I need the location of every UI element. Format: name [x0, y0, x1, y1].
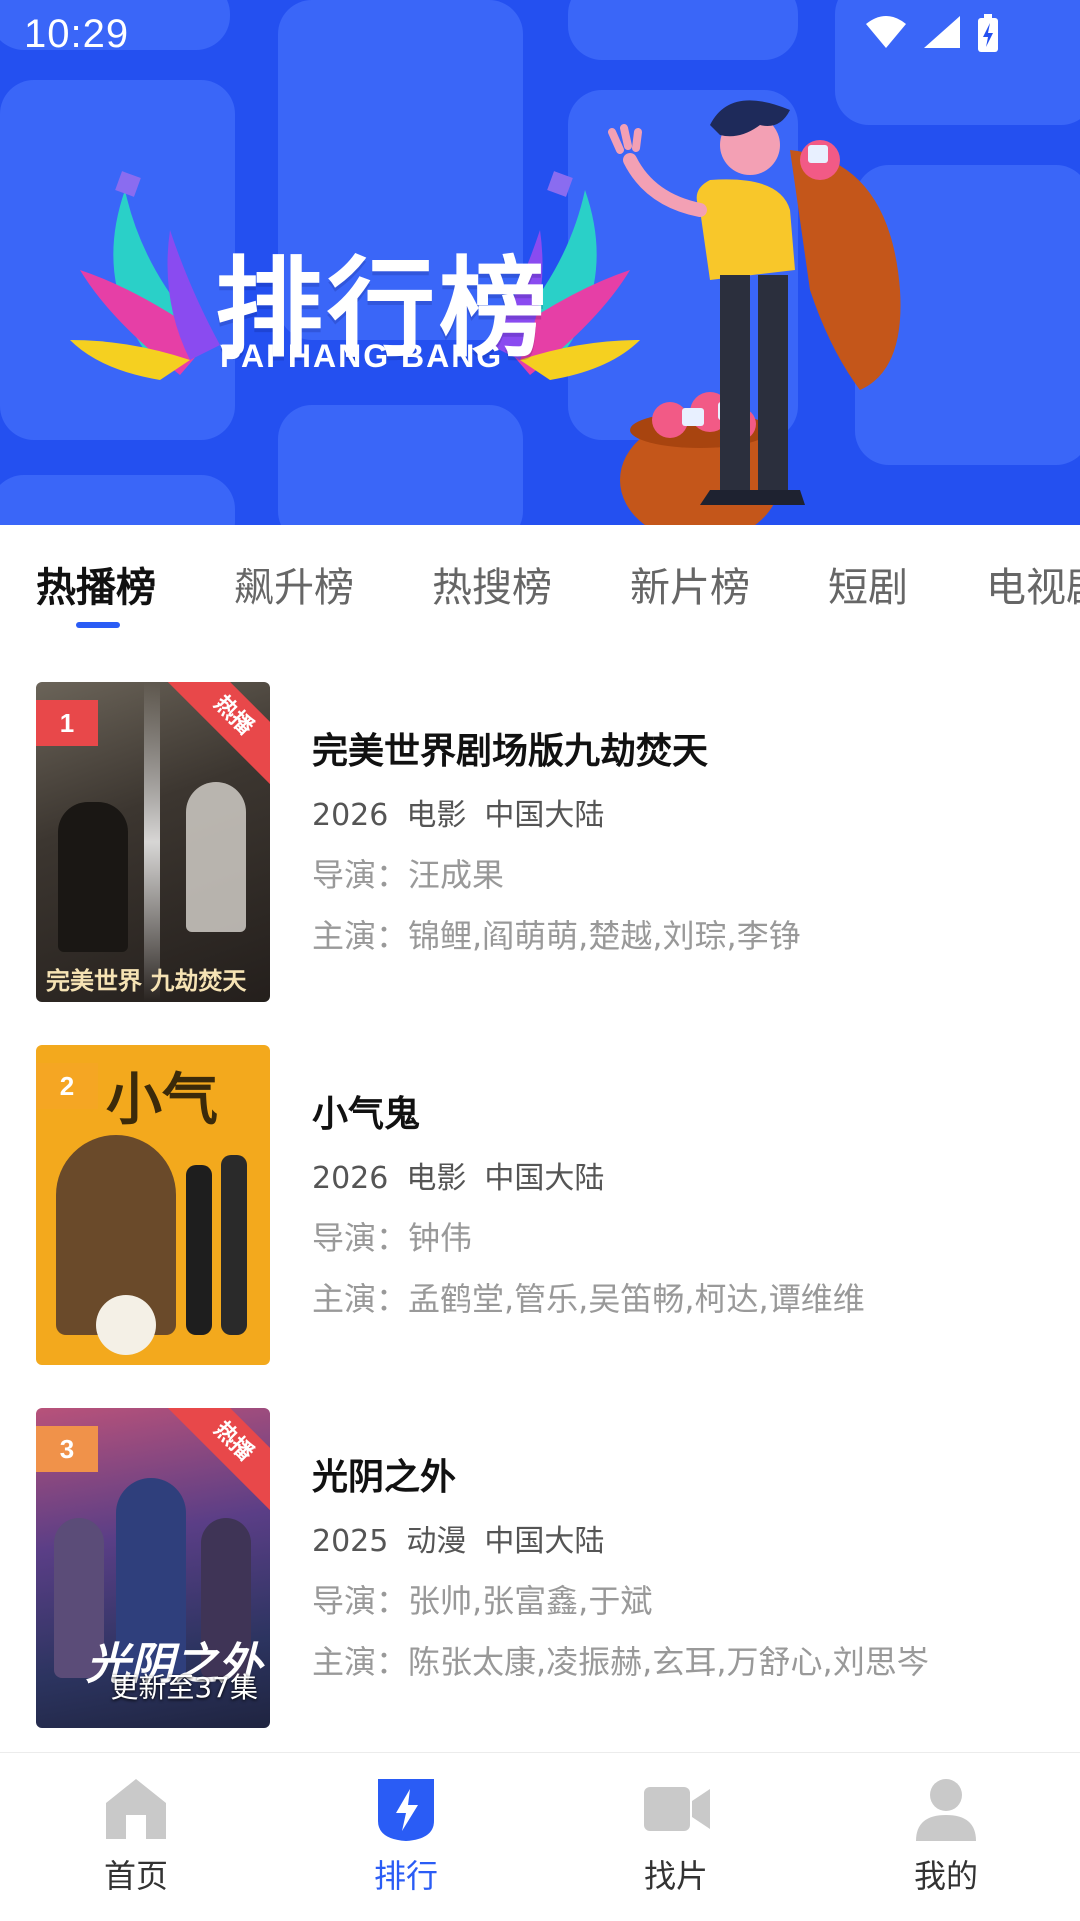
nav-home-label: 首页	[103, 1857, 168, 1895]
tab-short-drama[interactable]: 短剧	[828, 555, 908, 613]
nav-ranking-label: 排行	[373, 1857, 438, 1895]
rank-badge: 3	[36, 1426, 98, 1472]
poster-figure	[186, 782, 246, 932]
item-year: 2025	[312, 1524, 389, 1559]
item-region: 中国大陆	[484, 798, 605, 833]
item-title[interactable]: 完美世界剧场版九劫焚天	[312, 722, 708, 774]
hot-badge: 热播	[164, 682, 270, 785]
item-type: 电影	[406, 798, 467, 833]
item-director: 导演：张帅,张富鑫,于斌	[312, 1582, 653, 1620]
tab-tv-series[interactable]: 电视剧	[986, 555, 1080, 613]
bg-card	[278, 405, 523, 525]
status-time: 10:29	[24, 12, 130, 56]
banner: 10:29 排行榜 PAI HANG BANG	[0, 0, 1080, 525]
item-title[interactable]: 光阴之外	[312, 1448, 456, 1500]
item-title[interactable]: 小气鬼	[312, 1085, 420, 1137]
item-cast: 主演：锦鲤,阎萌萌,楚越,刘琮,李铮	[312, 917, 801, 955]
tab-rising[interactable]: 飙升榜	[234, 555, 354, 613]
nav-ranking[interactable]: 排行	[326, 1773, 486, 1897]
poster-image[interactable]: 完美世界 九劫焚天 1 热播	[36, 682, 270, 1002]
nav-profile-label: 我的	[913, 1857, 978, 1895]
nav-home[interactable]: 首页	[56, 1773, 216, 1897]
item-year: 2026	[312, 798, 389, 833]
poster-figure	[186, 1165, 212, 1335]
cell-signal-icon	[924, 16, 960, 48]
poster-light-beam	[144, 682, 160, 1002]
banner-subtitle: PAI HANG BANG	[220, 338, 504, 374]
nav-find-label: 找片	[643, 1857, 708, 1895]
nav-profile[interactable]: 我的	[866, 1773, 1026, 1897]
rank-badge: 2	[36, 1063, 98, 1109]
poster-art-text: 完美世界 九劫焚天	[46, 967, 247, 995]
item-director: 导演：汪成果	[312, 856, 505, 894]
item-meta: 2025 动漫 中国大陆	[312, 1516, 622, 1560]
bottom-nav: 首页 排行 找片 我的	[0, 1752, 1080, 1921]
profile-icon	[916, 1779, 976, 1841]
mascot-illustration-icon	[608, 100, 901, 525]
video-icon	[644, 1787, 710, 1831]
poster-figure	[221, 1155, 247, 1335]
item-meta: 2026 电影 中国大陆	[312, 1153, 622, 1197]
poster-image[interactable]: 光阴之外 更新至37集 3 热播	[36, 1408, 270, 1728]
nav-find[interactable]: 找片	[596, 1773, 756, 1897]
item-type: 电影	[406, 1161, 467, 1196]
item-region: 中国大陆	[484, 1161, 605, 1196]
episode-update-text: 更新至37集	[110, 1671, 258, 1704]
item-cast: 主演：孟鹤堂,管乐,吴笛畅,柯达,谭维维	[312, 1280, 865, 1318]
poster-figure	[58, 802, 128, 952]
banner-logo: 排行榜 PAI HANG BANG	[70, 170, 640, 390]
tab-indicator	[76, 622, 120, 628]
item-meta: 2026 电影 中国大陆	[312, 790, 622, 834]
bg-card	[568, 0, 798, 60]
rank-badge: 1	[36, 700, 98, 746]
tab-new-release[interactable]: 新片榜	[630, 555, 750, 613]
wifi-icon	[866, 16, 906, 48]
tab-hot-search[interactable]: 热搜榜	[432, 555, 552, 613]
poster-figure	[96, 1295, 156, 1355]
item-cast: 主演：陈张太康,凌振赫,玄耳,万舒心,刘思岑	[312, 1643, 929, 1681]
tab-hot-play[interactable]: 热播榜	[36, 555, 156, 613]
battery-charging-icon	[978, 14, 998, 52]
item-year: 2026	[312, 1161, 389, 1196]
bg-card	[0, 475, 235, 525]
list-item[interactable]: 光阴之外 更新至37集 3 热播 光阴之外 2025 动漫 中国大陆 导演：张帅,张…	[0, 1408, 1080, 1730]
home-icon	[106, 1779, 166, 1839]
list-item[interactable]: 完美世界 九劫焚天 1 热播 完美世界剧场版九劫焚天 2026 电影 中国大陆 导演…	[0, 682, 1080, 1004]
item-region: 中国大陆	[484, 1524, 605, 1559]
status-icons	[864, 14, 1000, 54]
item-director: 导演：钟伟	[312, 1219, 473, 1257]
item-type: 动漫	[406, 1524, 467, 1559]
tab-bar: 热播榜 飙升榜 热搜榜 新片榜 短剧 电视剧	[0, 525, 1080, 635]
poster-image[interactable]: 小气鬼 2	[36, 1045, 270, 1365]
ranking-icon	[378, 1779, 434, 1841]
list-item[interactable]: 小气鬼 2 小气鬼 2026 电影中国大陆 导演：钟伟 主演：孟鹤堂,管乐,吴笛畅…	[0, 1045, 1080, 1367]
